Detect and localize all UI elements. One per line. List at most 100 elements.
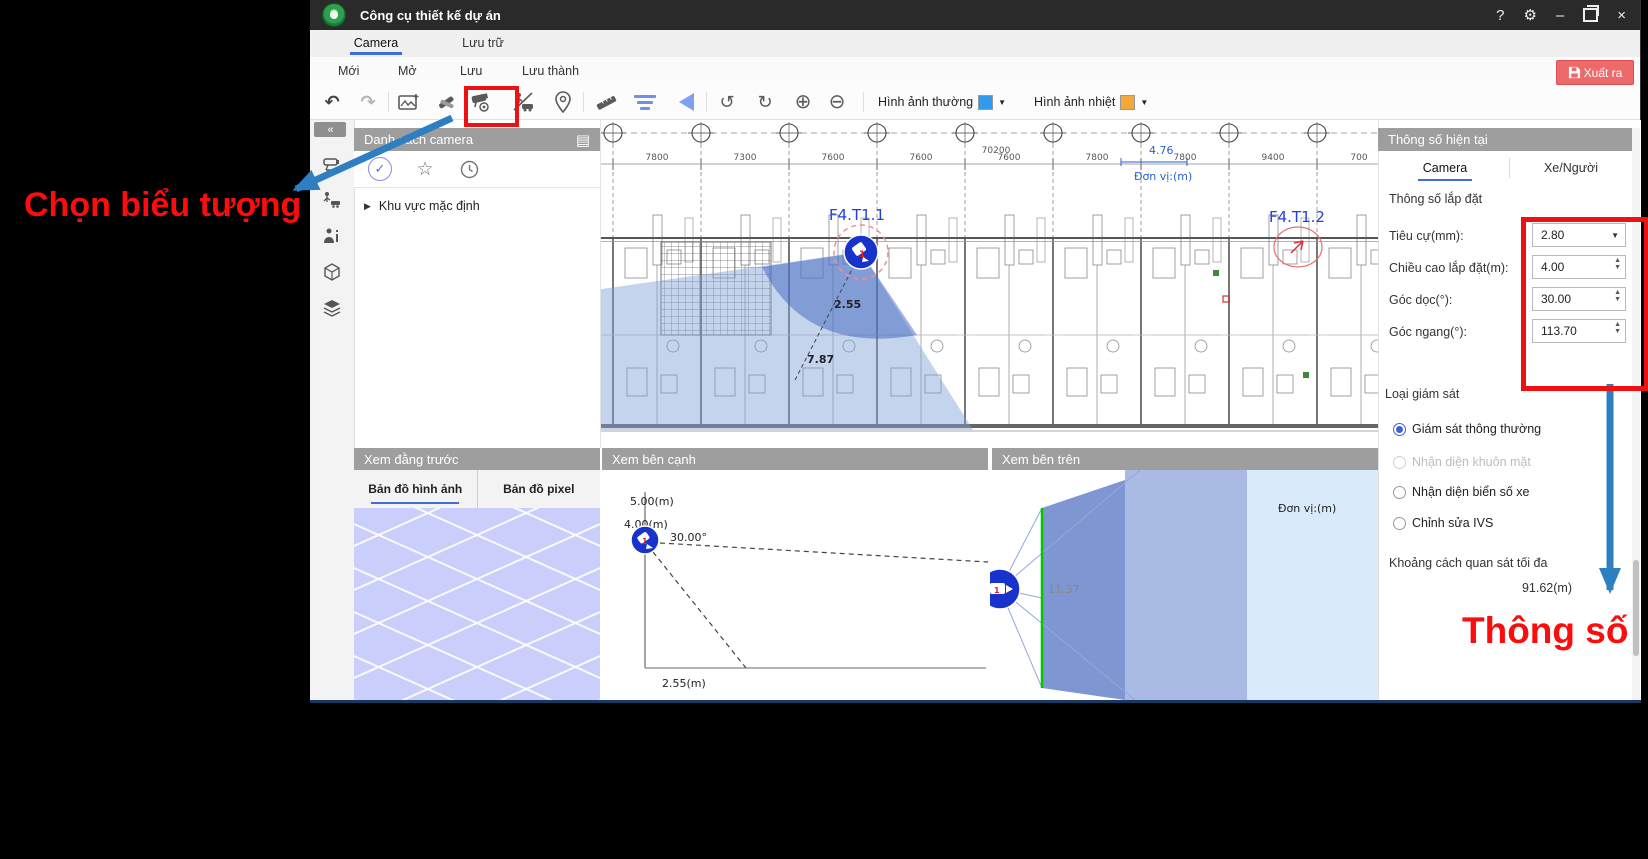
camera1-label: F4.T1.1 <box>829 206 885 224</box>
menu-save-as[interactable]: Lưu thành <box>522 57 579 85</box>
left-sidebar: « <box>310 120 355 700</box>
normal-image-dropdown[interactable]: Hình ảnh thường ▼ <box>878 95 1006 110</box>
export-button[interactable]: Xuất ra <box>1556 60 1634 85</box>
app-title: Công cụ thiết kế dự án <box>360 8 501 23</box>
help-icon[interactable]: ? <box>1496 8 1504 23</box>
collapse-sidebar-button[interactable]: « <box>314 122 346 137</box>
vertical-angle-label: Góc dọc(°): <box>1389 293 1452 307</box>
clock-filter-icon[interactable] <box>458 158 480 180</box>
chevron-down-icon: ▼ <box>1140 98 1148 107</box>
tilt-angle-label: 30.00° <box>670 531 707 544</box>
thermal-image-dropdown[interactable]: Hình ảnh nhiệt ▼ <box>1034 95 1148 110</box>
camera-number: 1 <box>642 537 648 546</box>
camera2-label: F4.T1.2 <box>1269 208 1325 226</box>
menu-new[interactable]: Mới <box>338 57 359 85</box>
cctv-camera-icon[interactable] <box>318 152 346 176</box>
ruler-icon[interactable] <box>594 90 618 114</box>
menu-row: Mới Mở Lưu Lưu thành Xuất ra <box>310 57 1640 86</box>
restore-window-icon[interactable] <box>1583 8 1598 22</box>
dim-label: 7600 <box>998 153 1021 163</box>
scrollbar-thumb[interactable] <box>1633 560 1639 656</box>
floor-plan-canvas[interactable]: 70200 7800 7300 7600 7600 7600 7800 7800… <box>600 120 1379 448</box>
tab-camera[interactable]: Camera <box>328 30 424 56</box>
align-lines-icon[interactable] <box>634 90 656 114</box>
main-tab-row: Camera Lưu trữ <box>310 30 1640 58</box>
redo-icon[interactable]: ↷ <box>356 90 380 114</box>
fov-mid-zone <box>1125 470 1247 700</box>
tab-params-camera[interactable]: Camera <box>1390 151 1500 185</box>
radio-normal-monitoring[interactable] <box>1393 423 1406 436</box>
dim-label: 7300 <box>734 153 757 163</box>
radio-edit-ivs[interactable] <box>1393 517 1406 530</box>
radio-normal-label: Giám sát thông thường <box>1412 422 1541 436</box>
dim-label: 9400 <box>1262 153 1285 163</box>
camera-tools-icon[interactable] <box>435 90 459 114</box>
blue-dimension-label: 4.76 <box>1149 144 1174 157</box>
thermal-color-swatch <box>1120 95 1135 110</box>
dim-label: 7800 <box>1086 153 1109 163</box>
rotate-cw-icon[interactable]: ↻ <box>753 90 777 114</box>
horizontal-angle-label: Góc ngang(°): <box>1389 325 1467 339</box>
tab-image-map[interactable]: Bản đồ hình ảnh <box>354 470 477 508</box>
far-distance-label: 7.87 <box>807 353 834 366</box>
tree-expand-icon[interactable]: ▶ <box>364 201 371 212</box>
side-view-header: Xem bên cạnh <box>602 448 988 470</box>
max-distance-label: Khoảng cách quan sát tối đa <box>1389 556 1547 570</box>
normal-color-swatch <box>978 95 993 110</box>
tree-item-default-area[interactable]: ▶ Khu vực mặc định <box>354 195 600 217</box>
toolbar-highlight-box <box>464 86 519 127</box>
params-annotation: Thông số <box>1462 610 1628 652</box>
radio-license-plate[interactable] <box>1393 486 1406 499</box>
settings-gear-icon[interactable]: ⚙ <box>1523 8 1536 23</box>
front-view-tabs: Bản đồ hình ảnh Bản đồ pixel <box>354 470 600 509</box>
cube-3d-icon[interactable] <box>318 260 346 284</box>
radio-ivs-label: Chỉnh sửa IVS <box>1412 516 1493 530</box>
tab-pixel-map[interactable]: Bản đồ pixel <box>477 470 601 508</box>
zoom-in-icon[interactable]: ⊕ <box>791 90 815 114</box>
camera-list-title: Danh sách camera <box>364 132 473 147</box>
app-logo-icon <box>322 3 346 27</box>
menu-save[interactable]: Lưu <box>460 57 482 85</box>
radio-plate-label: Nhận diện biển số xe <box>1412 485 1529 499</box>
camera-list-filter-row: ✓ ☆ <box>354 151 600 188</box>
floppy-icon <box>1568 66 1581 79</box>
parameters-header: Thông số hiện tại <box>1378 128 1632 151</box>
location-pin-icon[interactable] <box>551 90 575 114</box>
zoom-out-icon[interactable]: ⊖ <box>825 90 849 114</box>
params-highlight-box <box>1521 217 1648 391</box>
person-vehicle-icon[interactable] <box>318 188 346 212</box>
rotate-ccw-icon[interactable]: ↺ <box>715 90 739 114</box>
fov-cone-icon[interactable] <box>674 90 698 114</box>
undo-icon[interactable]: ↶ <box>320 90 344 114</box>
top-view-camera-icon[interactable]: 1 <box>990 569 1020 609</box>
side-view-canvas[interactable]: 5.00(m) 4.00(m) 30.00° 1 2.55(m) <box>600 470 990 700</box>
title-bar: Công cụ thiết kế dự án ? ⚙ – × <box>310 0 1640 30</box>
dim-label: 700 <box>1350 153 1367 163</box>
star-filter-icon[interactable]: ☆ <box>414 158 436 180</box>
top-view-header: Xem bên trên <box>992 448 1378 470</box>
person-info-icon[interactable] <box>318 224 346 248</box>
camera-number: 1 <box>859 250 865 260</box>
chevron-down-icon: ▼ <box>998 98 1006 107</box>
side-view-camera-icon[interactable]: 1 <box>631 526 659 554</box>
add-image-icon[interactable] <box>397 90 421 114</box>
tab-storage[interactable]: Lưu trữ <box>428 30 538 56</box>
radio-face-recognition[interactable] <box>1393 456 1406 469</box>
max-distance-value: 91.62(m) <box>1466 581 1572 595</box>
focal-length-label: Tiêu cự(mm): <box>1389 229 1464 243</box>
plan-unit-label: Đơn vị:(m) <box>1134 170 1192 183</box>
tab-params-vehicle-person[interactable]: Xe/Người <box>1515 151 1627 185</box>
top-view-canvas[interactable]: 11.37 Đơn vị:(m) 1 <box>990 470 1378 700</box>
minimize-icon[interactable]: – <box>1556 8 1564 23</box>
close-icon[interactable]: × <box>1617 8 1626 23</box>
mount-height-label: Chiều cao lắp đặt(m): <box>1389 261 1509 275</box>
tree-item-label: Khu vực mặc định <box>379 199 480 213</box>
camera-number: 1 <box>994 586 1000 595</box>
near-distance-label: 2.55 <box>834 298 861 311</box>
ground-distance-label: 2.55(m) <box>662 677 706 690</box>
menu-open[interactable]: Mở <box>398 57 417 85</box>
list-view-icon[interactable]: ▤ <box>576 131 590 149</box>
front-view-3d-grid[interactable] <box>354 508 600 700</box>
check-filter-icon[interactable]: ✓ <box>368 157 392 181</box>
layers-icon[interactable] <box>318 296 346 320</box>
